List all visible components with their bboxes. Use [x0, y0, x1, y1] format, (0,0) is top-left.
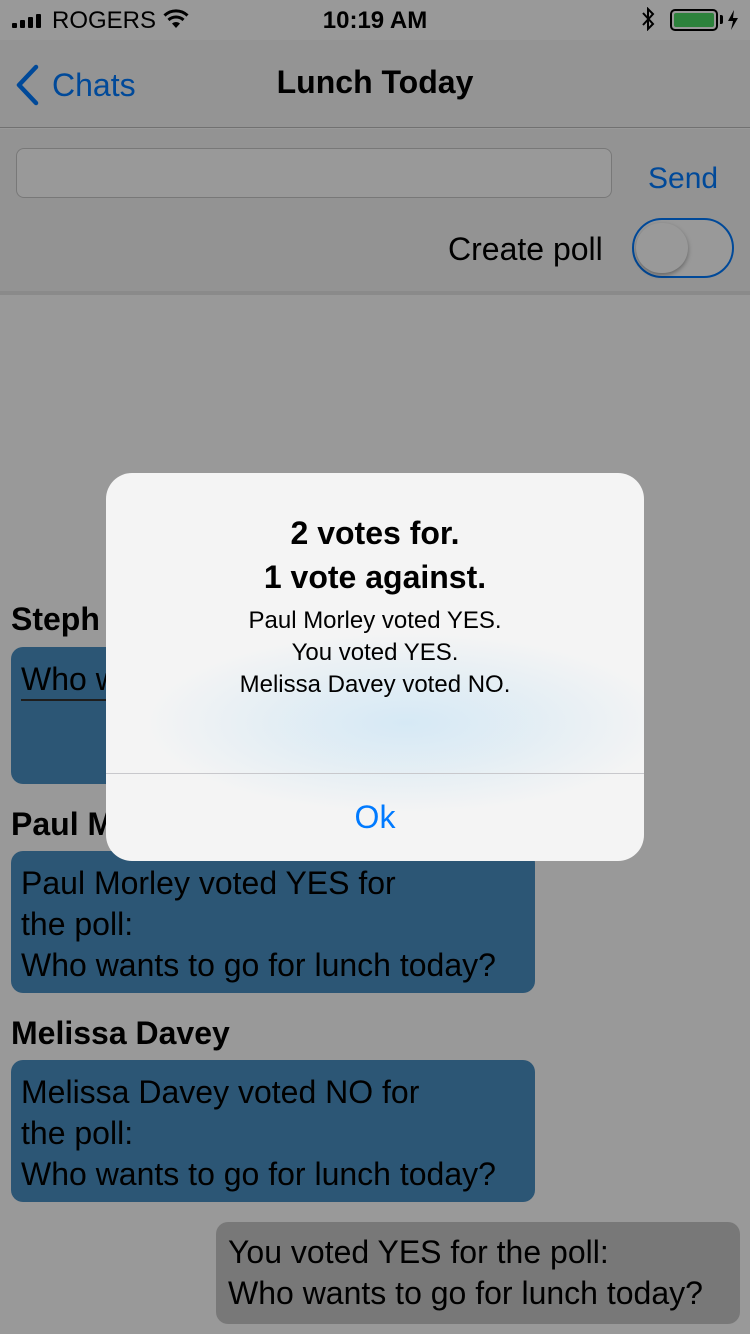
alert-message-line: Melissa Davey voted NO. [239, 671, 511, 698]
ok-button[interactable]: Ok [106, 774, 644, 861]
poll-results-alert: 2 votes for. 1 vote against. Paul Morley… [106, 473, 644, 861]
alert-title: 2 votes for. [290, 515, 460, 551]
alert-title: 1 vote against. [263, 559, 487, 595]
alert-message-line: You voted YES. [291, 639, 459, 666]
alert-message-line: Paul Morley voted YES. [248, 607, 502, 634]
